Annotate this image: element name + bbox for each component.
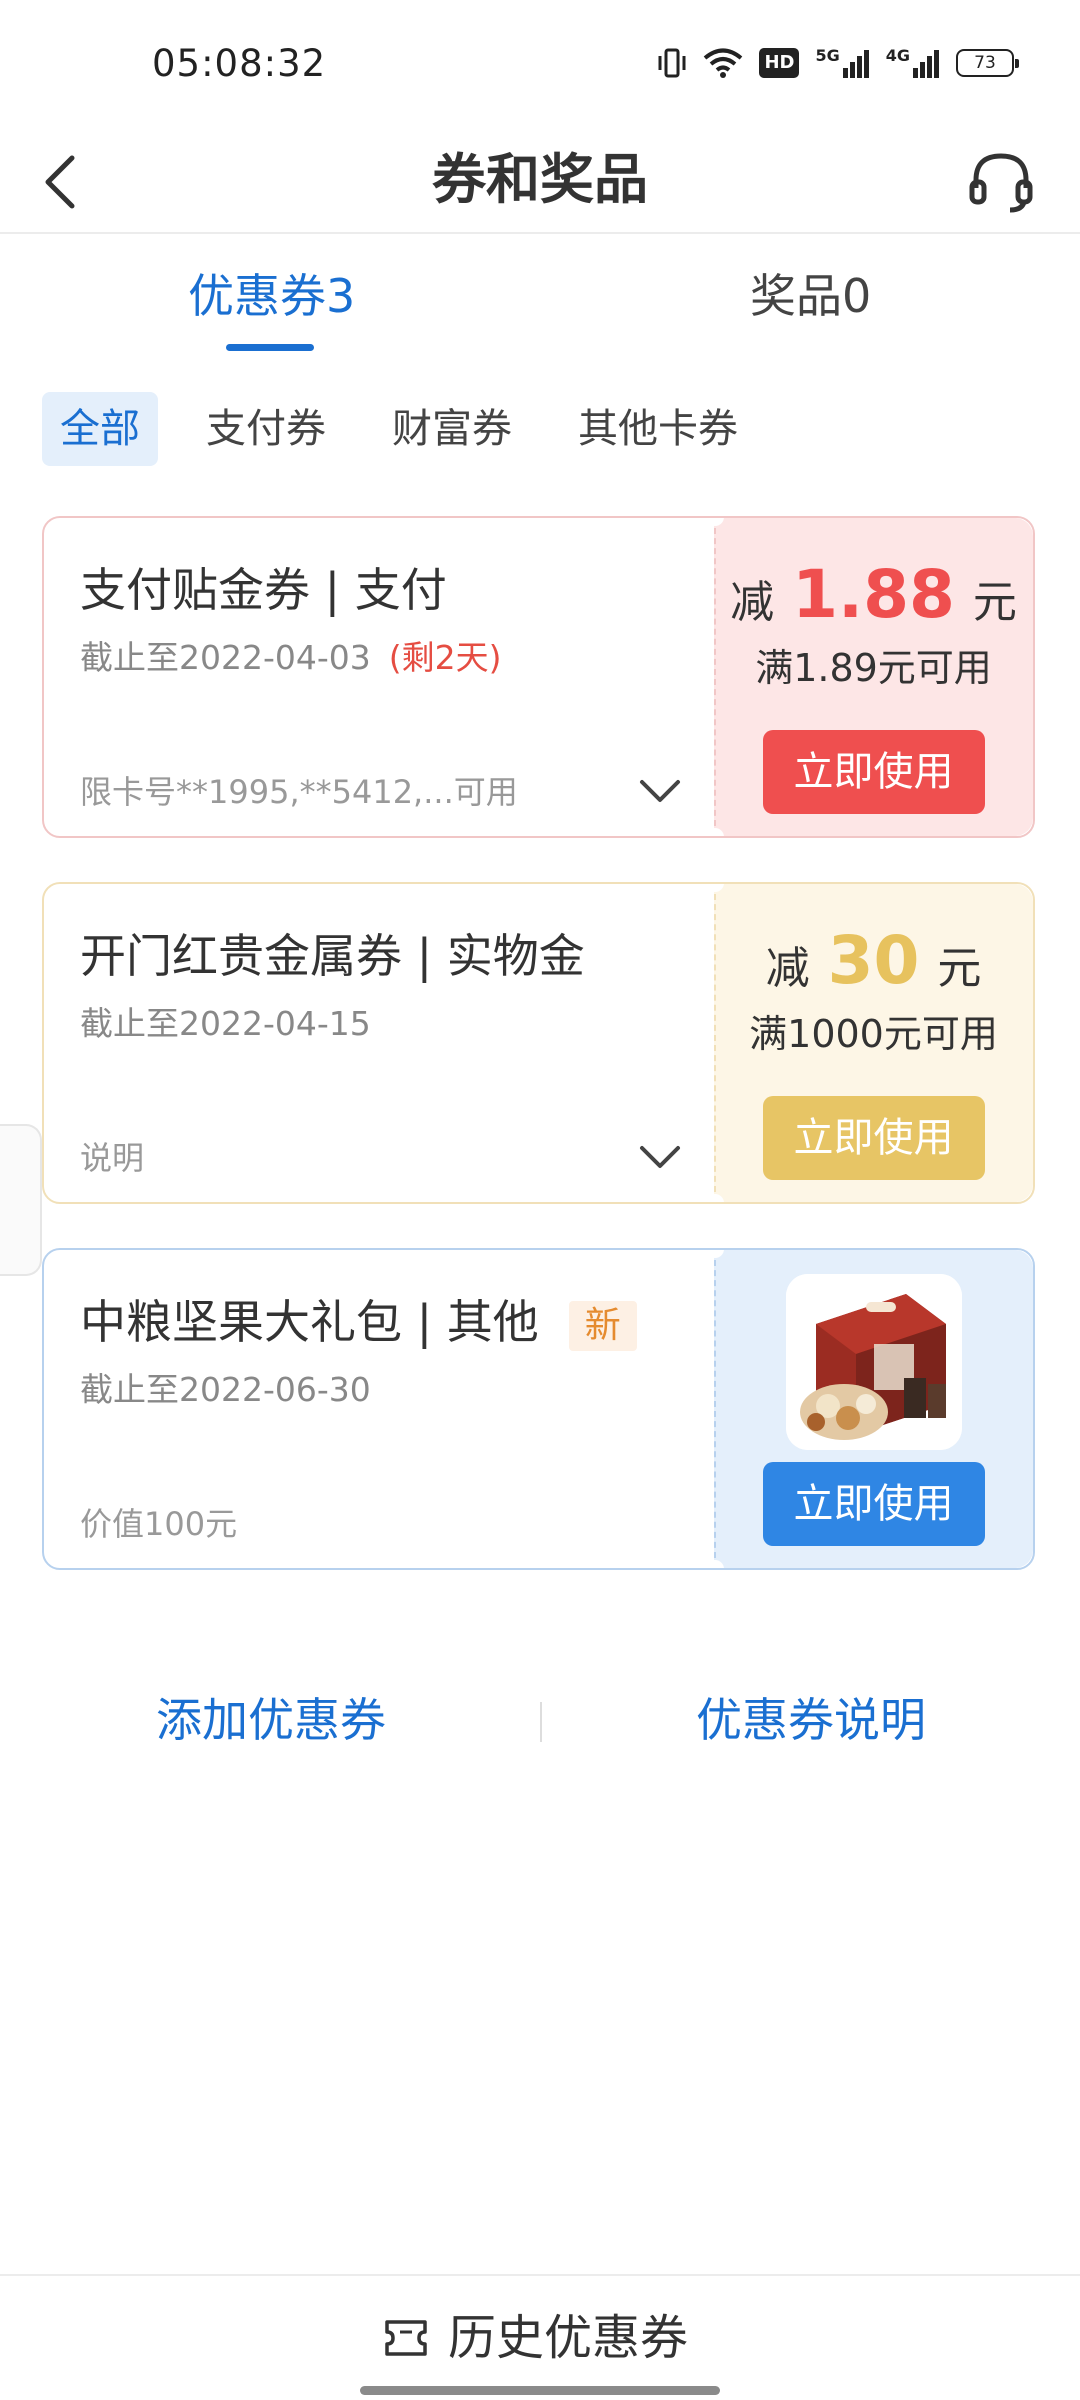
ticket-icon xyxy=(385,2320,427,2356)
signal-4g-icon: 4G xyxy=(886,46,940,80)
coupon-expiry: 截止至2022-06-30 xyxy=(80,1370,371,1409)
coupon-minus-label: 减 xyxy=(765,943,810,994)
filter-other[interactable]: 其他卡券 xyxy=(560,392,756,466)
coupon-amount-row: 减 30 元 xyxy=(766,922,982,999)
coupon-note: 价值100元 xyxy=(80,1505,238,1543)
chevron-down-icon[interactable] xyxy=(638,1142,682,1172)
coupon-divider xyxy=(714,528,716,826)
coupon-minus-label: 减 xyxy=(730,577,775,628)
coupon-expiry-date: 截止至2022-04-03 xyxy=(80,638,371,677)
hd-icon: HD xyxy=(759,48,800,78)
coupon-value-panel: 减 1.88 元 满1.89元可用 立即使用 xyxy=(714,518,1033,836)
coupon-value-panel: 立即使用 xyxy=(714,1250,1033,1568)
active-tab-indicator xyxy=(226,344,314,351)
coupon-remaining: (剩2天) xyxy=(388,638,502,677)
filter-payment[interactable]: 支付券 xyxy=(188,392,344,466)
coupon-links: 添加优惠券 优惠券说明 xyxy=(0,1680,1080,1760)
coupon-info: 支付贴金券 | 支付 截止至2022-04-03 (剩2天) 限卡号**1995,… xyxy=(44,518,714,836)
coupon-expiry: 截止至2022-04-15 xyxy=(80,1004,371,1043)
link-separator xyxy=(540,1702,542,1742)
page-title: 券和奖品 xyxy=(432,148,648,211)
history-coupons-button[interactable]: 历史优惠券 xyxy=(384,2306,688,2370)
signal-5g-icon: 5G xyxy=(815,46,869,80)
wifi-icon xyxy=(703,46,743,80)
use-now-button[interactable]: 立即使用 xyxy=(762,730,985,814)
coupon-card[interactable]: 开门红贵金属券 | 实物金 截止至2022-04-15 说明 减 30 元 满1… xyxy=(42,882,1035,1204)
chevron-down-icon[interactable] xyxy=(638,776,682,806)
header: 券和奖品 xyxy=(0,130,1080,234)
tab-coupons[interactable]: 优惠券3 xyxy=(188,266,355,326)
history-coupons-label: 历史优惠券 xyxy=(448,2310,689,2366)
coupon-info: 中粮坚果大礼包 | 其他新 截止至2022-06-30 价值100元 xyxy=(44,1250,714,1568)
filter-chips: 全部 支付券 财富券 其他卡券 xyxy=(42,392,776,466)
coupon-unit: 元 xyxy=(972,577,1017,628)
status-bar: 05:08:32 HD 5G 4G 73 xyxy=(0,0,1080,130)
coupon-divider xyxy=(714,1260,716,1558)
coupon-unit: 元 xyxy=(937,943,982,994)
coupon-condition: 满1000元可用 xyxy=(749,1012,998,1056)
headset-icon xyxy=(969,153,1033,213)
coupon-card[interactable]: 中粮坚果大礼包 | 其他新 截止至2022-06-30 价值100元 立即使用 xyxy=(42,1248,1035,1570)
home-indicator[interactable] xyxy=(360,2386,720,2395)
filter-wealth[interactable]: 财富券 xyxy=(374,392,530,466)
signal-5g-label: 5G xyxy=(815,46,840,65)
coupon-expiry: 截止至2022-04-03 (剩2天) xyxy=(80,636,502,680)
coupon-title: 开门红贵金属券 | 实物金 xyxy=(80,929,585,983)
coupon-note: 说明 xyxy=(80,1139,145,1177)
use-now-button[interactable]: 立即使用 xyxy=(762,1462,985,1546)
coupon-condition: 满1.89元可用 xyxy=(755,646,992,690)
coupon-info-link[interactable]: 优惠券说明 xyxy=(696,1688,926,1752)
status-icons: HD 5G 4G 73 xyxy=(657,46,1019,80)
vibrate-icon xyxy=(657,46,687,80)
side-drawer-handle[interactable] xyxy=(0,1124,42,1276)
coupon-card[interactable]: 支付贴金券 | 支付 截止至2022-04-03 (剩2天) 限卡号**1995,… xyxy=(42,516,1035,838)
new-badge: 新 xyxy=(568,1300,637,1351)
tab-bar: 优惠券3 奖品0 xyxy=(0,236,1080,366)
coupon-amount-row: 减 1.88 元 xyxy=(730,556,1017,633)
signal-4g-label: 4G xyxy=(885,46,910,65)
coupon-amount: 1.88 xyxy=(792,556,955,633)
status-time: 05:08:32 xyxy=(152,42,327,85)
coupon-info: 开门红贵金属券 | 实物金 截止至2022-04-15 说明 xyxy=(44,884,714,1202)
battery-icon: 73 xyxy=(956,49,1019,77)
gift-box-image xyxy=(785,1274,962,1450)
coupon-divider xyxy=(714,894,716,1192)
coupon-title: 中粮坚果大礼包 | 其他新 xyxy=(80,1292,637,1352)
coupon-amount: 30 xyxy=(827,922,920,999)
filter-all[interactable]: 全部 xyxy=(42,392,158,466)
customer-service-button[interactable] xyxy=(966,146,1036,216)
coupon-note: 限卡号**1995,**5412,...可用 xyxy=(80,773,518,811)
bottom-bar: 历史优惠券 xyxy=(0,2274,1080,2400)
add-coupon-link[interactable]: 添加优惠券 xyxy=(156,1688,386,1752)
coupon-title-text: 中粮坚果大礼包 | 其他 xyxy=(80,1295,539,1349)
tab-prizes[interactable]: 奖品0 xyxy=(750,266,871,326)
coupon-title: 支付贴金券 | 支付 xyxy=(80,563,447,617)
use-now-button[interactable]: 立即使用 xyxy=(762,1096,985,1180)
coupon-value-panel: 减 30 元 满1000元可用 立即使用 xyxy=(714,884,1033,1202)
